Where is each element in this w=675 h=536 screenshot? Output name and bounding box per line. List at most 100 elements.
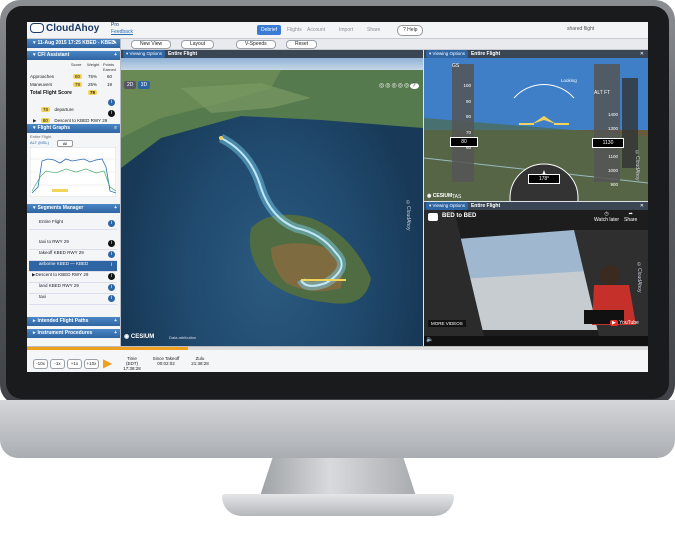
segment-item[interactable]: airborne KBED — KBED i [29,261,117,272]
segment-item[interactable]: taxi to RWY 29 i [29,239,117,250]
layout-button[interactable]: Layout [181,40,215,49]
cfi-item-label: Descent to KBED RWY 29 [54,118,108,123]
edit-icon[interactable]: ✎ [113,39,117,48]
tab-import[interactable]: Import [335,25,357,35]
chevron-down-icon: ▾ [429,51,432,56]
flight-graphs-header[interactable]: ▾ Flight Graphs ≡ [27,124,120,133]
speed-button-plus10[interactable]: +10x [84,359,99,369]
plus-icon[interactable]: + [114,317,117,326]
play-icon[interactable]: ▶ [33,118,36,123]
plus-icon[interactable]: + [114,204,117,213]
viewing-options-button[interactable]: ▾ Viewing Options [123,50,165,58]
chevron-down-icon: ▾ [33,52,36,58]
flight-graph[interactable] [30,147,116,197]
v-speeds-button[interactable]: V-Speeds [236,40,276,49]
info-icon[interactable]: i [108,251,115,258]
viewing-options-button[interactable]: ▾ Viewing Options [426,202,468,210]
segment-item[interactable]: takeoff KBED RWY 29 i [29,250,117,261]
alt-ft-label: ALT FT [594,90,611,96]
new-view-button[interactable]: New View [131,40,172,49]
app-logo[interactable]: CloudAhoy [30,23,99,34]
alt-tick: 1300 [607,126,618,131]
sidebar: ▾ 11-Aug 2015 17:25 KBED - KBED ✎ ▾ CFI Ass… [27,39,121,346]
share-button[interactable]: ➦ Share [624,211,637,223]
plus-icon[interactable]: + [114,329,117,338]
timeline-bar: -10x -1x +1x +10x ▶ Time (EDT) 17:38:28 S… [27,346,648,372]
row-maneuvers-points: 19 [107,82,113,87]
info-icon[interactable]: i [108,240,115,247]
feedback-link[interactable]: Feedback [111,29,133,35]
more-videos-button[interactable]: MORE VIDEOS [428,320,466,327]
help-button[interactable]: ? Help [397,25,424,36]
video-frame[interactable] [424,210,648,336]
since-takeoff: Since Takeoff 00:02:02 [151,356,181,366]
speed-tick: 80 [465,114,471,119]
info-icon[interactable]: i [108,110,115,117]
globe-view[interactable] [121,58,423,346]
speed-tick: 90 [465,98,471,104]
monitor-stand-neck [260,458,416,496]
row-approaches-points: 60 [107,74,113,79]
speaker-icon[interactable]: 🔈 [426,336,433,343]
data-attribution[interactable]: Data attribution [169,335,196,340]
view-controls: ◎◎◎◎◎? [379,82,419,89]
mode-3d-button[interactable]: 3D [137,81,151,89]
segment-label: taxi to RWY 29 [39,239,69,244]
speed-button-plus1[interactable]: +1x [67,359,82,369]
cesium-label: CESIUM [432,193,453,199]
close-icon[interactable]: ✕ [640,202,644,210]
row-maneuvers-weight: 25% [88,82,98,87]
tab-share[interactable]: Share [363,25,384,35]
timeline-track[interactable] [27,347,648,350]
shared-flight-label: shared flight [567,26,595,32]
view-mode-toggle[interactable]: 2D 3D [124,81,151,89]
chevron-down-icon: ▾ [33,40,36,46]
info-icon[interactable]: i [108,284,115,291]
graph-all-button[interactable]: All [57,140,73,147]
instrument-procedures-header[interactable]: ▸ Instrument Procedures + [27,329,120,338]
plus-icon[interactable]: + [114,51,117,60]
flight-header[interactable]: ▾ 11-Aug 2015 17:25 KBED - KBED ✎ [27,39,120,48]
speed-tick: 100 [463,83,471,88]
close-icon[interactable]: ✕ [640,50,644,58]
info-icon[interactable]: i [108,295,115,302]
info-icon[interactable]: i [108,262,115,269]
video-panel[interactable]: ▾ Viewing Options Entire Flight ✕ BED to … [424,202,648,346]
chevron-down-icon: ▾ [429,203,432,208]
chevron-down-icon: ▾ [33,125,36,131]
cfi-item[interactable]: ▶ 80 Descent to KBED RWY 29 i [33,109,117,123]
segment-item[interactable]: ▶Descent to KBED RWY 29 i [29,272,117,283]
total-score-label: Total Flight Score [30,90,72,96]
chevron-down-icon: ▾ [126,51,129,56]
segment-item[interactable]: taxi i [29,294,117,305]
pfd-panel[interactable]: ▾ Viewing Options Entire Flight ✕ GS 100 … [424,50,648,201]
channel-avatar[interactable] [428,213,438,221]
cfi-item[interactable]: 78 departure i [33,98,117,112]
intended-paths-header[interactable]: ▸ Intended Flight Paths + [27,317,120,326]
reset-button[interactable]: Reset [286,40,318,49]
info-icon[interactable]: i [108,273,115,280]
viewing-options-button[interactable]: ▾ Viewing Options [426,50,468,58]
play-icon[interactable]: ▶ [103,356,112,370]
tab-debrief[interactable]: Debrief [257,25,282,35]
video-title[interactable]: BED to BED [442,213,476,219]
segment-label: land KBED RWY 29 [39,283,79,288]
speed-button-minus10[interactable]: -10x [33,359,48,369]
info-icon[interactable]: i [108,99,115,106]
main-3d-view[interactable]: ▾ Viewing OptionsEntire Flight 2D 3D ◎◎ [121,50,423,346]
segments-header[interactable]: ▾ Segments Manager + [27,204,120,213]
time-value: 17:38:28 [123,366,141,371]
zulu-time: Zulu 21:38:28 [189,356,211,366]
cfi-assistant-header[interactable]: ▾ CFI Assistant + [27,51,120,60]
mode-2d-button[interactable]: 2D [124,81,137,89]
segment-item[interactable]: Entire Flight i [29,219,117,230]
watch-later-button[interactable]: ◷ Watch later [594,211,619,223]
total-score-value: 79 [88,90,98,95]
tab-account[interactable]: Account [303,25,329,35]
speed-button-minus1[interactable]: -1x [50,359,65,369]
help-circle-icon[interactable]: ? [410,83,419,89]
segment-item[interactable]: land KBED RWY 29 i [29,283,117,294]
info-icon[interactable]: i [108,220,115,227]
youtube-logo[interactable]: ▶ YouTube [610,320,639,326]
menu-icon[interactable]: ≡ [114,124,117,133]
